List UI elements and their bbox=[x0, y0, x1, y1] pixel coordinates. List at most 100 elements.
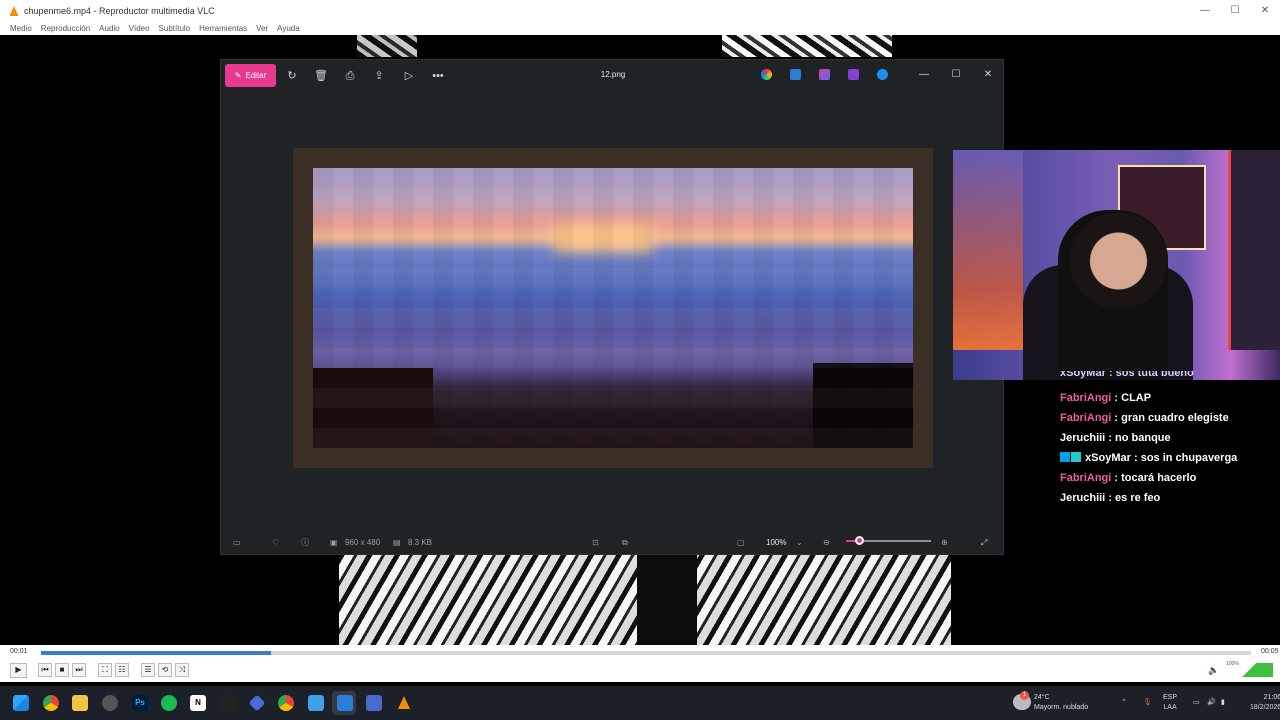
temperature: 24°C bbox=[1034, 694, 1050, 701]
weather-condition: Mayorm. nublado bbox=[1034, 704, 1089, 711]
vlc-taskbar-icon[interactable] bbox=[396, 695, 412, 711]
maximize-button[interactable]: ☐ bbox=[1220, 0, 1250, 21]
obs-icon[interactable] bbox=[102, 695, 118, 711]
close-button[interactable]: ✕ bbox=[1250, 0, 1280, 21]
zoom-in-icon[interactable]: ⊕ bbox=[941, 535, 948, 551]
slideshow-icon[interactable]: ▷ bbox=[401, 68, 417, 84]
clock-time: 21:06 bbox=[1263, 694, 1280, 701]
ocr-scan-icon[interactable]: ⧉ bbox=[622, 535, 628, 551]
subscriber-badge-icon bbox=[1060, 452, 1070, 462]
play-button[interactable]: ▶ bbox=[10, 663, 27, 678]
menu-ayuda[interactable]: Ayuda bbox=[277, 24, 300, 33]
favorite-heart-icon[interactable]: ♡ bbox=[272, 535, 279, 551]
battery-icon[interactable]: ▮ bbox=[1221, 698, 1225, 708]
clock[interactable]: 21:06 18/2/2026 bbox=[1250, 693, 1280, 713]
extended-settings-button[interactable]: ☷ bbox=[115, 663, 129, 677]
share-icon[interactable]: ⇪ bbox=[371, 68, 387, 84]
zoom-out-icon[interactable]: ⊖ bbox=[823, 535, 830, 551]
previous-button[interactable]: ⏮ bbox=[38, 663, 52, 677]
photos-app-icon[interactable] bbox=[790, 69, 801, 80]
copilot-icon[interactable] bbox=[761, 69, 772, 80]
fit-to-window-icon[interactable]: ▢ bbox=[737, 535, 745, 551]
delete-icon[interactable]: 🗑 bbox=[313, 68, 329, 84]
notepad-icon[interactable] bbox=[308, 695, 324, 711]
menu-reproduccion[interactable]: Reproducción bbox=[41, 24, 90, 33]
photos-taskbar-icon[interactable] bbox=[337, 695, 353, 711]
menu-medio[interactable]: Medio bbox=[10, 24, 32, 33]
menu-herramientas[interactable]: Herramientas bbox=[199, 24, 247, 33]
loop-button[interactable]: ⟲ bbox=[158, 663, 172, 677]
zoom-slider-thumb[interactable] bbox=[855, 536, 864, 545]
prime-badge-icon bbox=[1071, 452, 1081, 462]
chat-username: Jeruchiii bbox=[1060, 432, 1106, 444]
minimize-button[interactable]: — bbox=[916, 67, 932, 83]
fullscreen-button[interactable]: ⛶ bbox=[98, 663, 112, 677]
maximize-button[interactable]: ☐ bbox=[948, 67, 964, 83]
calculator-icon[interactable] bbox=[366, 695, 382, 711]
menu-ver[interactable]: Ver bbox=[256, 24, 268, 33]
chat-message: FabriAngi : CLAP bbox=[1060, 388, 1275, 408]
weather-widget[interactable]: 24°C Mayorm. nublado bbox=[1034, 693, 1088, 713]
chat-message: Jeruchiii : no banque bbox=[1060, 428, 1275, 448]
volume-slider[interactable] bbox=[1225, 663, 1273, 677]
network-icon[interactable]: ▭ bbox=[1193, 698, 1200, 708]
file-size-icon: ▤ bbox=[393, 538, 401, 547]
capcut-icon[interactable] bbox=[220, 695, 236, 711]
chrome-profile-icon[interactable] bbox=[278, 695, 294, 711]
file-explorer-icon[interactable] bbox=[72, 695, 88, 711]
more-options-icon[interactable]: ••• bbox=[430, 68, 446, 84]
volume-icon[interactable]: 🔊 bbox=[1207, 698, 1216, 708]
speaker-icon[interactable]: 🔈 bbox=[1208, 665, 1219, 676]
pencil-icon: ✎ bbox=[234, 71, 242, 80]
minimize-button[interactable]: — bbox=[1190, 0, 1220, 21]
print-icon[interactable]: ⎙ bbox=[342, 68, 358, 84]
chat-text: : es re feo bbox=[1108, 492, 1161, 504]
menu-subtitulo[interactable]: Subtítulo bbox=[159, 24, 191, 33]
background-artwork bbox=[637, 555, 697, 645]
stop-button[interactable]: ■ bbox=[55, 663, 69, 677]
zoom-level[interactable]: 100% bbox=[766, 535, 786, 551]
microphone-icon[interactable]: 🎙 bbox=[1143, 698, 1152, 708]
chat-username: xSoyMar bbox=[1085, 452, 1131, 464]
chat-cut-message: xSoyMar : sos tuta bueno bbox=[1060, 371, 1194, 379]
photos-status-bar: ▭ ♡ ⓘ ▣ 960 x 480 ▤ 8.3 KB ⊡ ⧉ ▢ 100% ⌄ … bbox=[221, 530, 1003, 556]
filmstrip-icon[interactable]: ▭ bbox=[233, 535, 241, 551]
close-button[interactable]: ✕ bbox=[980, 67, 996, 83]
shuffle-button[interactable]: ⤨ bbox=[175, 663, 189, 677]
next-button[interactable]: ⏭ bbox=[72, 663, 86, 677]
image-dimensions: 960 x 480 bbox=[345, 538, 381, 547]
language-bottom: LAA bbox=[1163, 704, 1177, 711]
vlc-controls-bar: 00:01 00:05 ▶ ⏮ ■ ⏭ ⛶ ☷ ☰ ⟲ ⤨ 🔈 100% bbox=[0, 645, 1280, 682]
chevron-down-icon[interactable]: ⌄ bbox=[796, 535, 803, 551]
dimensions-icon: ▣ bbox=[330, 538, 338, 547]
info-icon[interactable]: ⓘ bbox=[301, 535, 309, 551]
vlc-menu-bar: Medio Reproducción Audio Vídeo Subtítulo… bbox=[0, 21, 1280, 35]
chevron-up-icon[interactable]: ⌃ bbox=[1121, 698, 1127, 708]
spotify-icon[interactable] bbox=[161, 695, 177, 711]
window-title: chupenme6.mp4 - Reproductor multimedia V… bbox=[24, 5, 215, 16]
chat-text: : no banque bbox=[1108, 432, 1171, 444]
language-indicator[interactable]: ESP LAA bbox=[1163, 693, 1177, 713]
visual-search-icon[interactable]: ⊡ bbox=[592, 535, 599, 551]
time-elapsed: 00:01 bbox=[10, 648, 28, 655]
windows-start-icon[interactable] bbox=[13, 695, 29, 711]
background-artwork bbox=[357, 35, 417, 57]
photoshop-icon[interactable]: Ps bbox=[132, 695, 148, 711]
file-size: 8.3 KB bbox=[408, 538, 433, 547]
edit-button[interactable]: ✎ Editar bbox=[225, 64, 276, 87]
chat-username: FabriAngi bbox=[1060, 412, 1112, 424]
chat-message: Jeruchiii : es re feo bbox=[1060, 488, 1275, 508]
webcam-overlay bbox=[953, 150, 1280, 380]
designer-icon[interactable] bbox=[819, 69, 830, 80]
playlist-button[interactable]: ☰ bbox=[141, 663, 155, 677]
chrome-icon[interactable] bbox=[43, 695, 59, 711]
rotate-icon[interactable]: ↻ bbox=[284, 68, 300, 84]
chat-text: : CLAP bbox=[1114, 392, 1152, 404]
chat-username: Jeruchiii bbox=[1060, 492, 1106, 504]
clipchamp-icon[interactable] bbox=[848, 69, 859, 80]
menu-video[interactable]: Vídeo bbox=[129, 24, 150, 33]
menu-audio[interactable]: Audio bbox=[99, 24, 119, 33]
notion-icon[interactable]: N bbox=[190, 695, 206, 711]
fullscreen-icon[interactable]: ⤢ bbox=[981, 535, 987, 551]
onedrive-icon[interactable] bbox=[877, 69, 888, 80]
